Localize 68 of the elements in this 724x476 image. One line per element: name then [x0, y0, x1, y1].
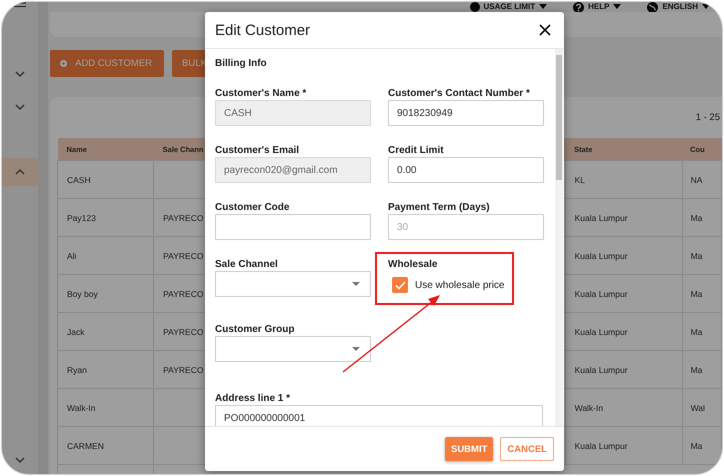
field-label: Payment Term (Days)	[388, 201, 491, 214]
table-cell: Kuala Lumpur	[574, 440, 628, 450]
table-cell: Kuala Lumpur	[574, 364, 628, 374]
input-field[interactable]: 9018230949	[388, 100, 544, 126]
menu-label[interactable]: HELP	[588, 3, 610, 11]
chevron-down-icon	[14, 102, 26, 112]
chevron-down-icon	[14, 455, 26, 465]
checkbox-label: Use wholesale price	[415, 280, 504, 290]
menu-label[interactable]: ENGLISH	[662, 3, 698, 11]
table-cell: Walk-In	[574, 402, 604, 412]
scrollbar[interactable]	[555, 49, 563, 426]
field-label: Address line 1 *	[215, 392, 292, 405]
table-cell: Walk-In	[67, 402, 96, 412]
chevron-up-icon	[14, 167, 26, 177]
input-field[interactable]: PO000000000001	[215, 405, 543, 426]
caret-icon	[352, 346, 360, 352]
menu-label[interactable]: USAGE LIMIT	[484, 3, 536, 11]
table-cell: PAYRECO	[163, 212, 204, 222]
table-cell: Boy boy	[67, 288, 98, 298]
checkmark-icon	[394, 280, 406, 290]
table-cell: Ma	[690, 250, 702, 260]
table-cell: PAYRECO	[163, 288, 204, 298]
table-cell: Ma	[690, 440, 702, 450]
table-cell: Kuala Lumpur	[574, 326, 628, 336]
table-cell: Ryan	[67, 364, 87, 374]
caret-icon[interactable]	[539, 4, 548, 10]
table-cell: Kuala Lumpur	[574, 212, 628, 222]
table-cell: Ali	[67, 250, 76, 260]
field-label: Sale Channel	[215, 258, 279, 271]
table-cell: Kuala Lumpur	[574, 288, 628, 298]
table-cell: Ma	[690, 212, 702, 222]
caret-icon	[352, 282, 360, 286]
close-icon	[538, 23, 552, 37]
table-cell: Kuala Lumpur	[574, 250, 628, 260]
dialog-title: Edit Customer	[215, 22, 310, 38]
input-field[interactable]: 30	[388, 214, 544, 240]
dropdown-field[interactable]	[215, 336, 371, 362]
field-label: Customer Code	[215, 201, 290, 214]
table-cell: PAYRECO	[163, 326, 204, 336]
table-cell: Ma	[690, 364, 702, 374]
input-field[interactable]	[215, 214, 371, 240]
section-title: Billing Info	[215, 57, 268, 70]
table-cell: NA	[690, 174, 702, 184]
table-cell: PAYRECO	[163, 250, 204, 260]
table-cell: CASH	[67, 174, 91, 184]
dropdown-field[interactable]	[215, 271, 371, 297]
field-label: Customer's Name *	[215, 87, 308, 100]
table-cell: Ma	[690, 288, 702, 298]
table-cell: Jack	[67, 326, 84, 336]
field-label: Credit Limit	[388, 144, 445, 157]
field-label: Wholesale	[388, 258, 438, 271]
caret-icon[interactable]	[613, 4, 622, 10]
table-cell: Ma	[690, 326, 702, 336]
table-cell: KL	[574, 174, 586, 184]
table-cell: Wal	[690, 402, 705, 412]
caret-icon[interactable]	[702, 4, 710, 10]
field-label: Customer's Email	[215, 144, 300, 157]
chevron-down-icon	[14, 69, 26, 79]
table-cell: Pay123	[67, 212, 96, 222]
table-cell: PAYRECO	[163, 364, 204, 374]
table-cell: CARMEN	[67, 440, 104, 450]
field-label: Customer Group	[215, 323, 296, 336]
plus-circle-icon	[60, 57, 68, 70]
input-field[interactable]: 0.00	[388, 157, 544, 183]
checkbox[interactable]	[392, 277, 408, 293]
field-label: Customer's Contact Number *	[388, 87, 531, 100]
close-button[interactable]	[538, 23, 552, 37]
pagination-label: 1 - 25	[696, 112, 720, 123]
